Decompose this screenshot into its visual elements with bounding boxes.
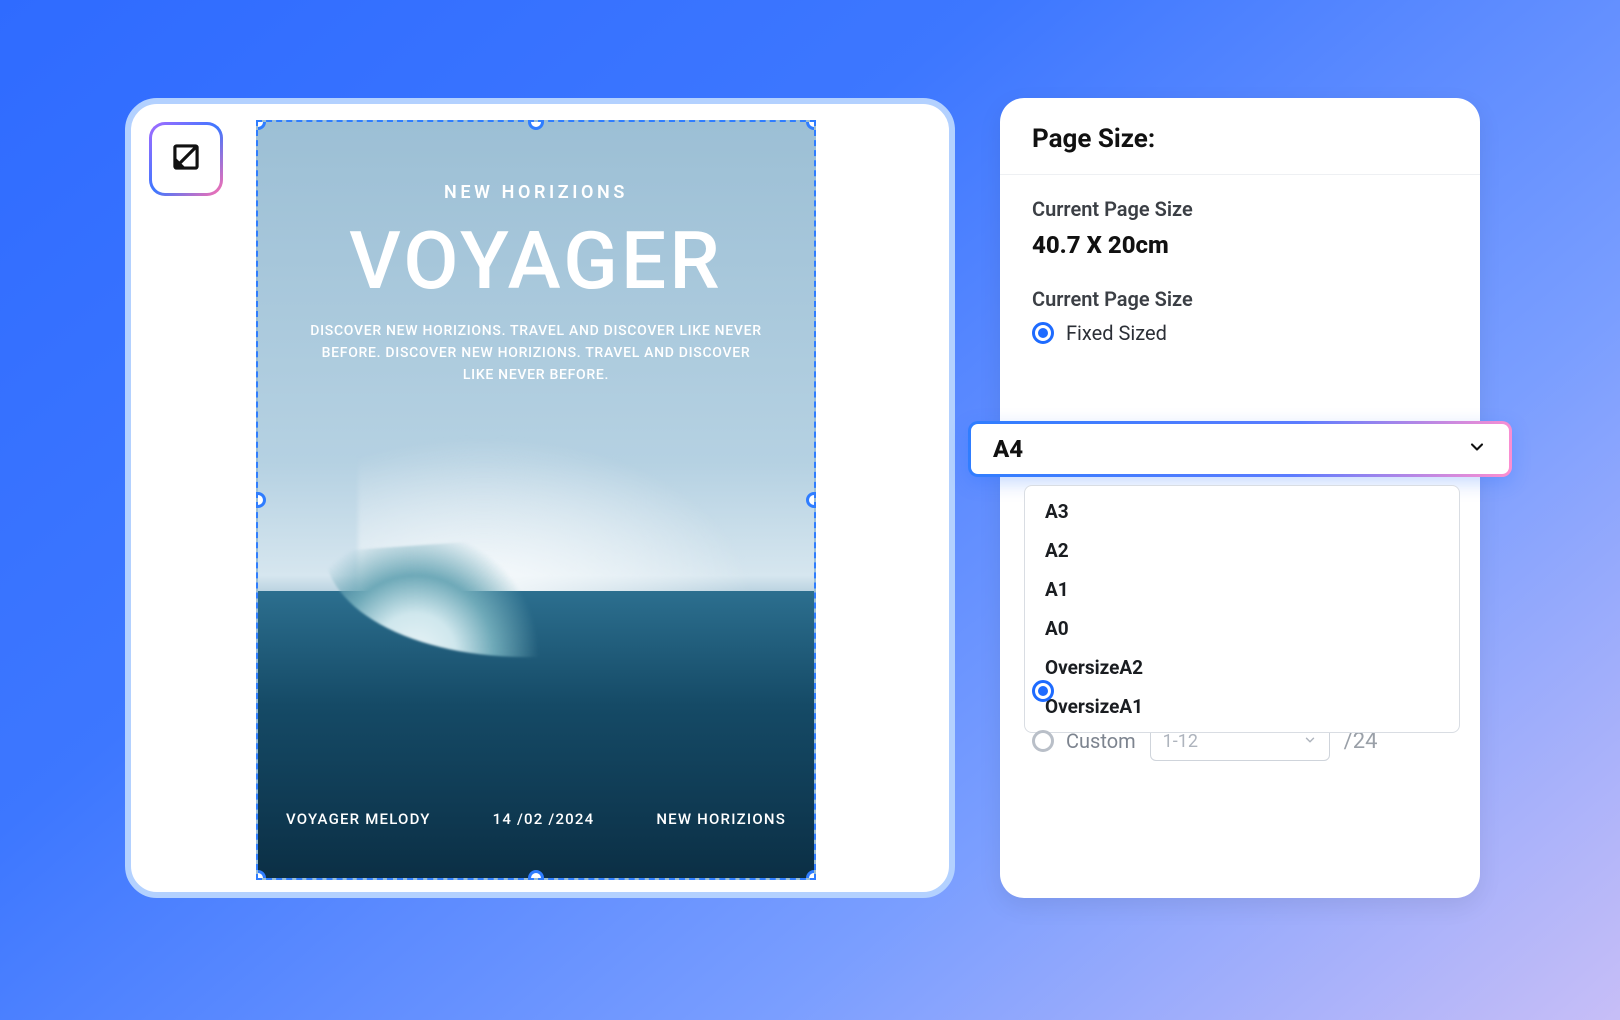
poster-footer-right: NEW HORIZIONS	[656, 810, 786, 828]
size-mode-label: Current Page Size	[1032, 287, 1448, 311]
poster-paragraph: DISCOVER NEW HORIZIONS. TRAVEL AND DISCO…	[258, 320, 814, 386]
size-option-a0[interactable]: A0	[1025, 609, 1459, 648]
size-option-oversizea2[interactable]: OversizeA2	[1025, 648, 1459, 687]
chevron-down-icon	[1303, 731, 1317, 752]
poster-footer-left: VOYAGER MELODY	[286, 810, 431, 828]
poster-footer-center: 14 /02 /2024	[493, 810, 595, 828]
crop-icon	[167, 138, 205, 180]
page-size-panel: Page Size: Current Page Size 40.7 X 20cm…	[1000, 98, 1480, 898]
current-size-label: Current Page Size	[1032, 197, 1448, 221]
crop-tool-button[interactable]	[149, 122, 223, 196]
resize-handle-mr[interactable]	[806, 492, 816, 508]
page-size-selected: A4	[993, 435, 1023, 463]
resize-handle-br[interactable]	[806, 870, 816, 880]
radio-unchecked-icon	[1032, 730, 1054, 752]
editor-canvas: NEW HORIZIONS VOYAGER DISCOVER NEW HORIZ…	[125, 98, 955, 898]
chevron-down-icon	[1467, 435, 1487, 463]
resize-handle-bm[interactable]	[528, 870, 544, 880]
current-size-value: 40.7 X 20cm	[1032, 231, 1448, 259]
page-size-select[interactable]: A4	[968, 421, 1512, 477]
size-option-a1[interactable]: A1	[1025, 570, 1459, 609]
size-option-a2[interactable]: A2	[1025, 531, 1459, 570]
poster-title: VOYAGER	[258, 214, 814, 308]
size-option-a3[interactable]: A3	[1025, 492, 1459, 531]
panel-title: Page Size:	[1000, 98, 1480, 175]
radio-checked-icon	[1032, 322, 1054, 344]
page-size-options: A3 A2 A1 A0 OversizeA2 OversizeA1	[1024, 485, 1460, 733]
fixed-size-label: Fixed Sized	[1066, 321, 1167, 345]
artboard-selection[interactable]: NEW HORIZIONS VOYAGER DISCOVER NEW HORIZ…	[256, 120, 816, 880]
poster-footer: VOYAGER MELODY 14 /02 /2024 NEW HORIZION…	[258, 810, 814, 828]
radio-checked-icon	[1032, 680, 1054, 702]
size-option-oversizea1[interactable]: OversizeA1	[1025, 687, 1459, 726]
fixed-size-option[interactable]: Fixed Sized	[1032, 321, 1448, 345]
custom-range-placeholder: 1-12	[1163, 731, 1198, 752]
poster-subtitle: NEW HORIZIONS	[258, 182, 814, 203]
